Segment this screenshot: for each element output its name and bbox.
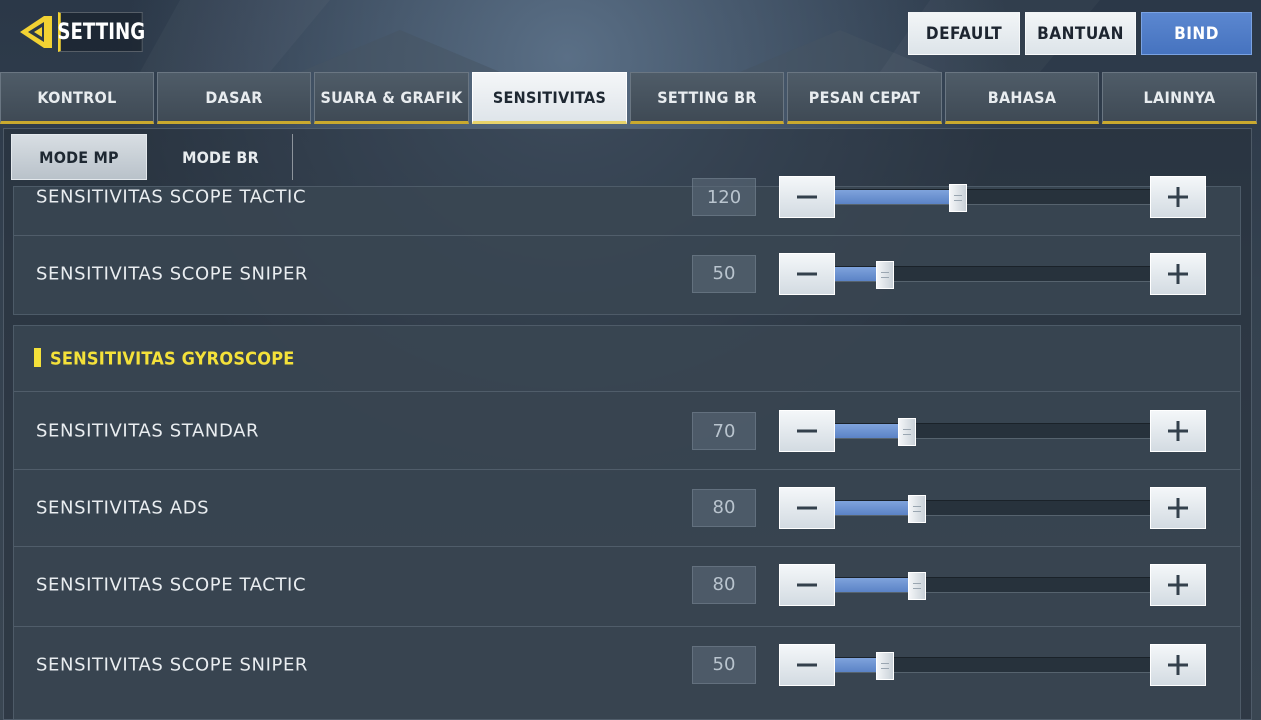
- slider-thumb[interactable]: [876, 260, 895, 289]
- tab-setting-br[interactable]: SETTING BR: [630, 72, 784, 124]
- setting-value: 50: [692, 254, 756, 293]
- help-button[interactable]: BANTUAN: [1025, 12, 1136, 55]
- tab-sensitivitas[interactable]: SENSITIVITAS: [472, 72, 627, 124]
- setting-row: SENSITIVITAS ADS 80: [14, 469, 1240, 545]
- tab-pesan-cepat[interactable]: PESAN CEPAT: [787, 72, 942, 124]
- slider-thumb[interactable]: [876, 651, 895, 680]
- bind-button[interactable]: BIND: [1141, 12, 1252, 55]
- tab-lainnya[interactable]: LAINNYA: [1102, 72, 1257, 124]
- minus-icon: [797, 506, 817, 509]
- minus-icon: [797, 195, 817, 199]
- setting-label: SENSITIVITAS SCOPE SNIPER: [36, 263, 309, 284]
- slider-fill: [835, 190, 958, 204]
- tab-dasar[interactable]: DASAR: [157, 72, 311, 124]
- sensitivity-slider[interactable]: [835, 418, 1150, 446]
- sensitivity-section-gyroscope: SENSITIVITAS GYROSCOPE SENSITIVITAS STAN…: [13, 325, 1241, 720]
- sensitivity-slider[interactable]: [835, 260, 1150, 289]
- setting-row: SENSITIVITAS SCOPE TACTIC 120: [14, 159, 1240, 235]
- setting-value: 80: [692, 565, 756, 604]
- slider-thumb[interactable]: [898, 418, 917, 446]
- sensitivity-slider[interactable]: [835, 494, 1150, 523]
- setting-row: SENSITIVITAS SCOPE SNIPER 50: [14, 235, 1240, 311]
- setting-label: SENSITIVITAS SCOPE SNIPER: [36, 654, 309, 675]
- setting-value: 50: [692, 645, 756, 684]
- decrease-button[interactable]: [779, 410, 835, 452]
- plus-icon: [1168, 421, 1188, 441]
- plus-icon: [1168, 654, 1188, 675]
- setting-label: SENSITIVITAS SCOPE TACTIC: [36, 186, 307, 208]
- back-arrow-icon: [20, 16, 52, 48]
- setting-value: 80: [692, 488, 756, 527]
- increase-button[interactable]: [1150, 252, 1206, 295]
- sensitivity-slider[interactable]: [835, 651, 1150, 680]
- plus-icon: [1168, 187, 1188, 207]
- setting-label: SENSITIVITAS SCOPE TACTIC: [36, 574, 307, 595]
- plus-icon: [1168, 497, 1188, 518]
- increase-button[interactable]: [1150, 643, 1206, 686]
- increase-button[interactable]: [1150, 410, 1206, 452]
- page-title: SETTING: [57, 12, 145, 52]
- sensitivity-section-scope: SENSITIVITAS SCOPE TACTIC 120 SENSITIVIT…: [13, 176, 1241, 315]
- default-button[interactable]: DEFAULT: [908, 12, 1020, 55]
- tab-kontrol[interactable]: KONTROL: [0, 72, 154, 124]
- setting-label: SENSITIVITAS ADS: [36, 497, 210, 518]
- minus-icon: [797, 429, 817, 433]
- slider-thumb[interactable]: [907, 494, 926, 523]
- minus-icon: [797, 663, 817, 666]
- slider-thumb[interactable]: [907, 571, 926, 600]
- plus-icon: [1168, 574, 1188, 595]
- setting-row: SENSITIVITAS STANDAR 70: [14, 393, 1240, 469]
- section-title: SENSITIVITAS GYROSCOPE: [50, 348, 295, 369]
- section-header: SENSITIVITAS GYROSCOPE: [14, 326, 1240, 392]
- setting-label: SENSITIVITAS STANDAR: [36, 420, 260, 442]
- sensitivity-slider[interactable]: [835, 571, 1150, 600]
- decrease-button[interactable]: [779, 643, 835, 686]
- setting-row: SENSITIVITAS SCOPE SNIPER 50: [14, 626, 1240, 702]
- increase-button[interactable]: [1150, 176, 1206, 218]
- settings-tab-bar: KONTROL DASAR SUARA & GRAFIK SENSITIVITA…: [0, 72, 1261, 124]
- setting-value: 70: [692, 412, 756, 450]
- decrease-button[interactable]: [779, 486, 835, 529]
- decrease-button[interactable]: [779, 176, 835, 218]
- tab-bahasa[interactable]: BAHASA: [945, 72, 1099, 124]
- slider-fill: [835, 424, 908, 438]
- slider-thumb[interactable]: [948, 184, 967, 212]
- minus-icon: [797, 272, 817, 275]
- setting-row: SENSITIVITAS SCOPE TACTIC 80: [14, 546, 1240, 622]
- decrease-button[interactable]: [779, 252, 835, 295]
- decrease-button[interactable]: [779, 563, 835, 606]
- plus-icon: [1168, 263, 1188, 284]
- tab-suara-grafik[interactable]: SUARA & GRAFIK: [314, 72, 469, 124]
- minus-icon: [797, 583, 817, 586]
- sensitivity-slider[interactable]: [835, 184, 1150, 212]
- increase-button[interactable]: [1150, 486, 1206, 529]
- section-marker: [34, 348, 41, 367]
- slider-fill: [835, 577, 917, 592]
- slider-fill: [835, 500, 917, 515]
- setting-value: 120: [692, 178, 756, 216]
- increase-button[interactable]: [1150, 563, 1206, 606]
